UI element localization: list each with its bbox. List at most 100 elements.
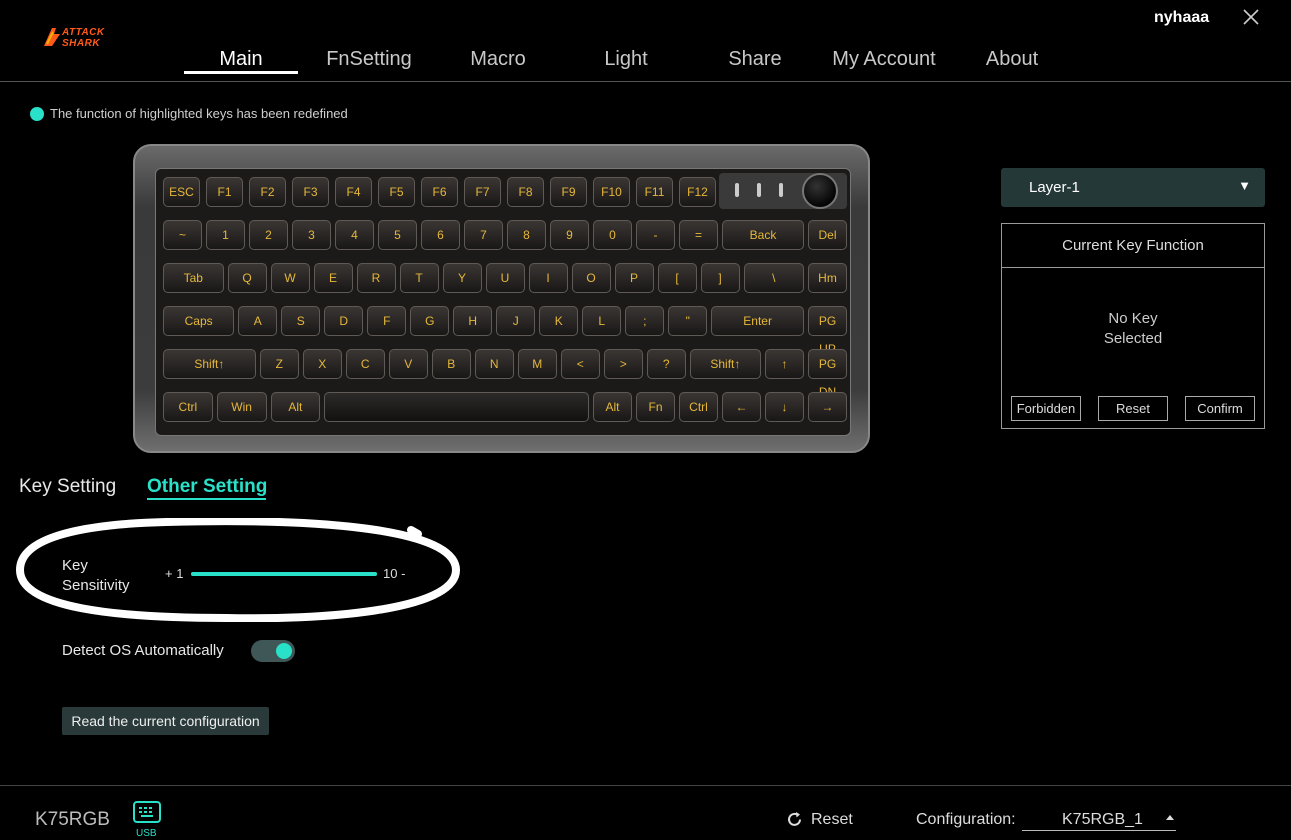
key-win[interactable]: Win [216, 392, 267, 422]
key-ctrl[interactable]: Ctrl [679, 392, 718, 422]
key-s[interactable]: S [281, 306, 321, 336]
key-1[interactable]: 1 [206, 220, 245, 250]
key-symbol[interactable]: ↓ [765, 392, 804, 422]
key-h[interactable]: H [453, 306, 493, 336]
key-caps[interactable]: Caps [163, 306, 235, 336]
layer-select[interactable]: Layer-1 ▼ [1001, 168, 1265, 207]
key-symbol[interactable]: < [560, 349, 600, 379]
key-y[interactable]: Y [442, 263, 482, 293]
key-symbol[interactable]: - [636, 220, 675, 250]
key-del[interactable]: Del [808, 220, 847, 250]
key-alt[interactable]: Alt [270, 392, 321, 422]
key-w[interactable]: W [270, 263, 310, 293]
volume-knob[interactable] [802, 173, 838, 209]
key-f1[interactable]: F1 [206, 177, 243, 207]
key-f[interactable]: F [367, 306, 407, 336]
configuration-select[interactable]: K75RGB_1 [1022, 809, 1176, 831]
key-symbol[interactable]: ] [700, 263, 740, 293]
key-pg-dn[interactable]: PG DN [808, 349, 847, 399]
close-icon[interactable] [1240, 6, 1262, 28]
key-pg-up[interactable]: PG UP [808, 306, 847, 356]
key-symbol[interactable]: ~ [163, 220, 202, 250]
key-symbol[interactable]: ; [625, 306, 665, 336]
key-fn[interactable]: Fn [636, 392, 675, 422]
tab-main[interactable]: Main [184, 48, 298, 71]
key-k[interactable]: K [539, 306, 579, 336]
tab-other-setting[interactable]: Other Setting [147, 476, 267, 498]
tab-light[interactable]: Light [586, 48, 666, 71]
key-symbol[interactable]: \ [743, 263, 804, 293]
key-hm[interactable]: Hm [808, 263, 847, 293]
key-b[interactable]: B [431, 349, 471, 379]
key-u[interactable]: U [485, 263, 525, 293]
key-p[interactable]: P [614, 263, 654, 293]
key-f6[interactable]: F6 [421, 177, 458, 207]
key-3[interactable]: 3 [292, 220, 331, 250]
tab-key-setting[interactable]: Key Setting [19, 476, 116, 498]
key-6[interactable]: 6 [421, 220, 460, 250]
tab-my-account[interactable]: My Account [823, 48, 945, 71]
key-x[interactable]: X [302, 349, 342, 379]
key-o[interactable]: O [571, 263, 611, 293]
key-q[interactable]: Q [227, 263, 267, 293]
key-f5[interactable]: F5 [378, 177, 415, 207]
key-sensitivity-slider[interactable] [191, 572, 377, 576]
key-symbol[interactable]: > [603, 349, 643, 379]
forbidden-button[interactable]: Forbidden [1011, 396, 1081, 421]
key-f2[interactable]: F2 [249, 177, 286, 207]
reset-key-button[interactable]: Reset [1098, 396, 1168, 421]
key-enter[interactable]: Enter [711, 306, 804, 336]
tab-macro[interactable]: Macro [453, 48, 543, 71]
key-space[interactable] [324, 392, 589, 422]
key-symbol[interactable]: ↑ [765, 349, 804, 379]
read-config-button[interactable]: Read the current configuration [62, 707, 269, 735]
key-symbol[interactable]: ? [646, 349, 686, 379]
key-g[interactable]: G [410, 306, 450, 336]
reset-icon[interactable] [786, 811, 803, 828]
key-f3[interactable]: F3 [292, 177, 329, 207]
confirm-button[interactable]: Confirm [1185, 396, 1255, 421]
key-c[interactable]: C [345, 349, 385, 379]
key-symbol[interactable]: [ [657, 263, 697, 293]
key-m[interactable]: M [517, 349, 557, 379]
key-t[interactable]: T [399, 263, 439, 293]
key-a[interactable]: A [238, 306, 278, 336]
key-ctrl[interactable]: Ctrl [163, 392, 213, 422]
key-l[interactable]: L [582, 306, 622, 336]
key-5[interactable]: 5 [378, 220, 417, 250]
key-f11[interactable]: F11 [636, 177, 673, 207]
key-f12[interactable]: F12 [679, 177, 716, 207]
key-v[interactable]: V [388, 349, 428, 379]
key-back[interactable]: Back [722, 220, 804, 250]
key-4[interactable]: 4 [335, 220, 374, 250]
key-tab[interactable]: Tab [163, 263, 224, 293]
key-shift[interactable]: Shift↑ [163, 349, 256, 379]
tab-share[interactable]: Share [715, 48, 795, 71]
key-symbol[interactable]: = [679, 220, 718, 250]
key-f7[interactable]: F7 [464, 177, 501, 207]
key-alt[interactable]: Alt [593, 392, 632, 422]
reset-button[interactable]: Reset [811, 811, 853, 829]
key-e[interactable]: E [313, 263, 353, 293]
key-f8[interactable]: F8 [507, 177, 544, 207]
tab-about[interactable]: About [972, 48, 1052, 71]
key-n[interactable]: N [474, 349, 514, 379]
key-d[interactable]: D [324, 306, 364, 336]
key-z[interactable]: Z [259, 349, 299, 379]
key-f10[interactable]: F10 [593, 177, 630, 207]
key-r[interactable]: R [356, 263, 396, 293]
key-7[interactable]: 7 [464, 220, 503, 250]
detect-os-toggle[interactable] [251, 640, 295, 662]
key-f9[interactable]: F9 [550, 177, 587, 207]
key-symbol[interactable]: → [808, 392, 847, 422]
key-i[interactable]: I [528, 263, 568, 293]
key-2[interactable]: 2 [249, 220, 288, 250]
username[interactable]: nyhaaa [1154, 9, 1209, 27]
key-symbol[interactable]: ← [722, 392, 761, 422]
key-9[interactable]: 9 [550, 220, 589, 250]
key-8[interactable]: 8 [507, 220, 546, 250]
key-j[interactable]: J [496, 306, 536, 336]
key-esc[interactable]: ESC [163, 177, 200, 207]
key-f4[interactable]: F4 [335, 177, 372, 207]
tab-fnsetting[interactable]: FnSetting [315, 48, 423, 71]
